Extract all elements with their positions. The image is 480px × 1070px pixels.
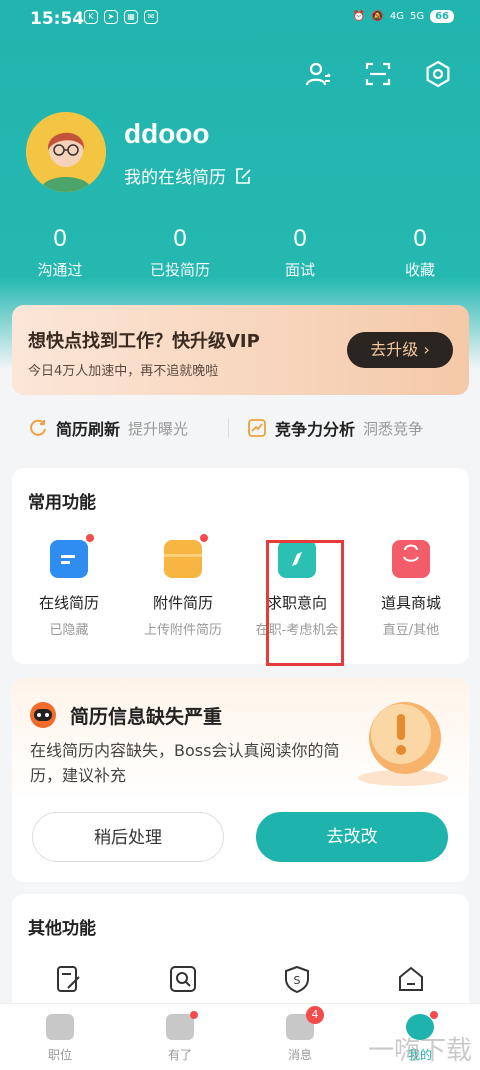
resume-link-label: 我的在线简历 <box>124 168 226 188</box>
red-dot <box>430 1011 438 1019</box>
app-notification-icon: ▦ <box>124 10 138 24</box>
tab-messages[interactable]: 4 消息 <box>240 1004 360 1070</box>
folder-icon <box>164 534 208 578</box>
warning-description: 在线简历内容缺失，Boss会认真阅读你的简历，建议补充 <box>30 741 340 785</box>
signal-4g: 4G <box>389 11 404 22</box>
shopping-bag-icon <box>392 540 430 578</box>
alarm-icon: ⏰ <box>352 11 366 22</box>
resume-refresh-button[interactable]: 简历刷新 提升曝光 <box>28 416 188 440</box>
vip-title: 想快点找到工作？快升级VIP <box>28 331 260 352</box>
online-resume-item[interactable]: 在线简历 已隐藏 <box>12 534 126 638</box>
other-item-search[interactable] <box>126 964 240 994</box>
my-online-resume-link[interactable]: 我的在线简历 <box>124 163 252 188</box>
common-functions-card: 常用功能 在线简历 已隐藏 附件简历 上传附件简历 求职意向 在职-考虑机会 道… <box>12 468 469 664</box>
common-functions-title: 常用功能 <box>28 493 96 513</box>
book-icon <box>166 1011 198 1040</box>
notification-icon: K <box>84 10 98 24</box>
attachment-resume-item[interactable]: 附件简历 上传附件简历 <box>126 534 240 638</box>
unread-badge: 4 <box>306 1006 324 1024</box>
prop-mall-item[interactable]: 道具商城 直豆/其他 <box>354 540 468 638</box>
status-time: 15:54 <box>30 9 85 29</box>
other-item-home[interactable] <box>354 964 468 994</box>
shield-icon: S <box>285 965 309 994</box>
later-button[interactable]: 稍后处理 <box>32 812 224 862</box>
battery-icon: 66 <box>430 10 454 23</box>
settings-icon[interactable] <box>424 60 452 88</box>
edit-document-icon <box>57 966 80 992</box>
fix-button[interactable]: 去改改 <box>256 812 448 862</box>
other-item-security[interactable]: S <box>240 964 354 994</box>
tab-jobs[interactable]: 职位 <box>0 1004 120 1070</box>
signal-5g: 5G <box>409 11 425 22</box>
tab-youle[interactable]: 有了 <box>120 1004 240 1070</box>
other-functions-title: 其他功能 <box>28 919 96 939</box>
red-dot <box>86 534 94 542</box>
robot-icon <box>30 702 56 728</box>
search-icon <box>170 966 196 992</box>
mail-icon: ✉ <box>144 10 158 24</box>
scan-icon[interactable] <box>364 60 392 88</box>
watermark: 一嗨下载 <box>367 1036 472 1066</box>
status-bar: 15:54 K ➤ ▦ ✉ ⏰ 🔕 4G 5G 66 <box>0 0 480 40</box>
avatar[interactable] <box>26 112 106 192</box>
username: ddooo <box>124 118 210 149</box>
divider <box>228 418 230 438</box>
stat-applied[interactable]: 0 已投简历 <box>120 225 240 280</box>
home-icon <box>399 966 423 991</box>
message-icon: 4 <box>286 1006 324 1040</box>
edit-icon <box>236 167 251 184</box>
competitiveness-analysis-button[interactable]: 竞争力分析 洞悉竞争 <box>247 416 423 440</box>
stat-communicated[interactable]: 0 沟通过 <box>0 225 120 280</box>
switch-identity-icon[interactable] <box>304 60 332 88</box>
vip-banner[interactable]: 想快点找到工作？快升级VIP 今日4万人加速中，再不追就晚啦 去升级 › <box>12 305 469 395</box>
stat-favorites[interactable]: 0 收藏 <box>360 225 480 280</box>
red-dot <box>200 534 208 542</box>
warning-exclamation-icon <box>358 702 448 786</box>
highlight-box <box>266 540 344 666</box>
red-dot <box>190 1011 198 1019</box>
document-icon <box>50 534 94 578</box>
briefcase-icon <box>46 1014 74 1040</box>
upgrade-button[interactable]: 去升级 › <box>347 332 453 368</box>
telegram-icon: ➤ <box>104 10 118 24</box>
chart-line-icon <box>248 419 266 437</box>
other-item-edit[interactable] <box>12 964 126 994</box>
mute-icon: 🔕 <box>371 11 384 22</box>
stat-interview[interactable]: 0 面试 <box>240 225 360 280</box>
resume-warning-card: 简历信息缺失严重 在线简历内容缺失，Boss会认真阅读你的简历，建议补充 稍后处… <box>12 678 469 882</box>
svg-text:S: S <box>294 974 301 987</box>
vip-subtitle: 今日4万人加速中，再不追就晚啦 <box>28 364 219 379</box>
refresh-icon <box>30 419 46 436</box>
warning-title: 简历信息缺失严重 <box>70 706 223 728</box>
